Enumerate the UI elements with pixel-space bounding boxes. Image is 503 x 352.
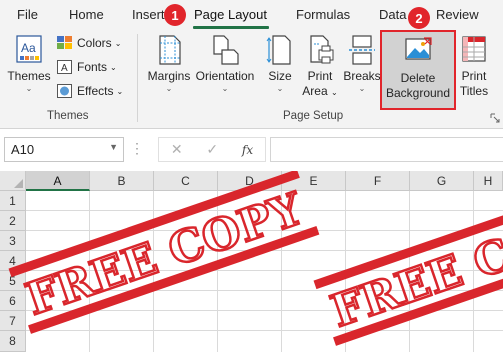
cancel-icon[interactable]: ✕ [171, 141, 183, 158]
chevron-down-icon: ⌄ [165, 84, 173, 93]
margins-icon [159, 35, 181, 65]
chevron-down-icon: ⌄ [116, 86, 124, 96]
chevron-down-icon: ⌄ [110, 62, 117, 72]
svg-text:Aa: Aa [21, 41, 36, 55]
delete-background-button[interactable]: Delete Background [382, 36, 454, 101]
chevron-down-icon: ⌄ [276, 84, 284, 93]
formula-input[interactable] [270, 137, 503, 162]
svg-text:A: A [61, 63, 68, 74]
orientation-icon [213, 35, 239, 65]
worksheet-grid[interactable]: A B C D E F G H 1 2 3 4 5 6 7 8 FREE COP… [0, 171, 503, 352]
enter-icon[interactable]: ✓ [206, 141, 218, 158]
tab-page-layout[interactable]: Page Layout [194, 7, 267, 22]
watermark-stamp-1: FREE COPY [8, 171, 320, 334]
formula-buttons: ✕ ✓ fx [158, 137, 266, 162]
ribbon: Aa Themes ⌄ Colors ⌄ A Fonts ⌄ Effects ⌄ [0, 30, 503, 129]
print-titles-icon [462, 36, 486, 62]
size-label: Size [268, 69, 292, 83]
breaks-icon [349, 35, 375, 65]
print-area-icon [310, 35, 334, 64]
group-separator [137, 34, 138, 122]
orientation-button[interactable]: Orientation ⌄ [193, 34, 257, 94]
orientation-label: Orientation [195, 69, 255, 83]
tab-file[interactable]: File [17, 7, 38, 22]
effects-button[interactable]: Effects ⌄ [57, 84, 123, 98]
tab-data[interactable]: Data [379, 7, 406, 22]
tab-home[interactable]: Home [69, 7, 104, 22]
insert-function-icon[interactable]: fx [242, 143, 253, 157]
callout-1: 1 [164, 4, 186, 26]
active-tab-indicator [193, 26, 269, 29]
dialog-launcher-icon[interactable] [490, 113, 500, 123]
chevron-down-icon: ⌄ [114, 38, 122, 48]
tab-insert[interactable]: Insert [132, 7, 165, 22]
name-box[interactable]: A10 ▼ [4, 137, 124, 162]
free-copy-watermark: FREE COPY FREE COPY [8, 171, 503, 346]
breaks-button[interactable]: Breaks ⌄ [342, 34, 382, 94]
size-icon [266, 35, 291, 65]
fonts-icon: A [57, 60, 72, 74]
themes-icon: Aa [16, 35, 42, 63]
tab-review[interactable]: Review [436, 7, 479, 22]
print-titles-button[interactable]: Print Titles [456, 34, 492, 99]
colors-icon [57, 36, 72, 49]
chevron-down-icon: ⌄ [358, 84, 366, 93]
fonts-button[interactable]: A Fonts ⌄ [57, 60, 117, 74]
chevron-down-icon: ⌄ [25, 84, 33, 93]
effects-label: Effects [77, 84, 114, 98]
tab-formulas[interactable]: Formulas [296, 7, 350, 22]
print-titles-label: Print Titles [459, 69, 489, 98]
themes-group-label: Themes [47, 110, 89, 122]
page-setup-group-label: Page Setup [283, 110, 344, 122]
themes-button[interactable]: Aa Themes ⌄ [6, 34, 52, 94]
callout-2: 2 [408, 7, 430, 29]
watermark-stamp-2: FREE COPY [313, 181, 503, 346]
colors-label: Colors [77, 36, 112, 50]
chevron-down-icon: ⌄ [221, 84, 229, 93]
formula-bar-splitter[interactable]: ⋮ [130, 140, 144, 160]
themes-label: Themes [7, 69, 51, 83]
name-box-value: A10 [11, 142, 35, 157]
colors-button[interactable]: Colors ⌄ [57, 36, 121, 50]
margins-label: Margins [147, 69, 191, 83]
size-button[interactable]: Size ⌄ [263, 34, 297, 94]
breaks-label: Breaks [343, 69, 381, 83]
formula-bar: A10 ▼ ⋮ ✕ ✓ fx [0, 129, 503, 171]
print-area-label: Print Area ⌄ [302, 69, 338, 98]
print-area-button[interactable]: Print Area ⌄ [300, 34, 340, 100]
delete-background-icon [405, 37, 432, 60]
chevron-down-icon[interactable]: ▼ [109, 142, 118, 152]
delete-background-label: Delete Background [385, 71, 451, 100]
effects-icon [57, 84, 72, 98]
fonts-label: Fonts [77, 60, 108, 74]
ribbon-tab-bar: File Home Insert Page Layout Formulas Da… [0, 0, 503, 30]
margins-button[interactable]: Margins ⌄ [145, 34, 193, 94]
